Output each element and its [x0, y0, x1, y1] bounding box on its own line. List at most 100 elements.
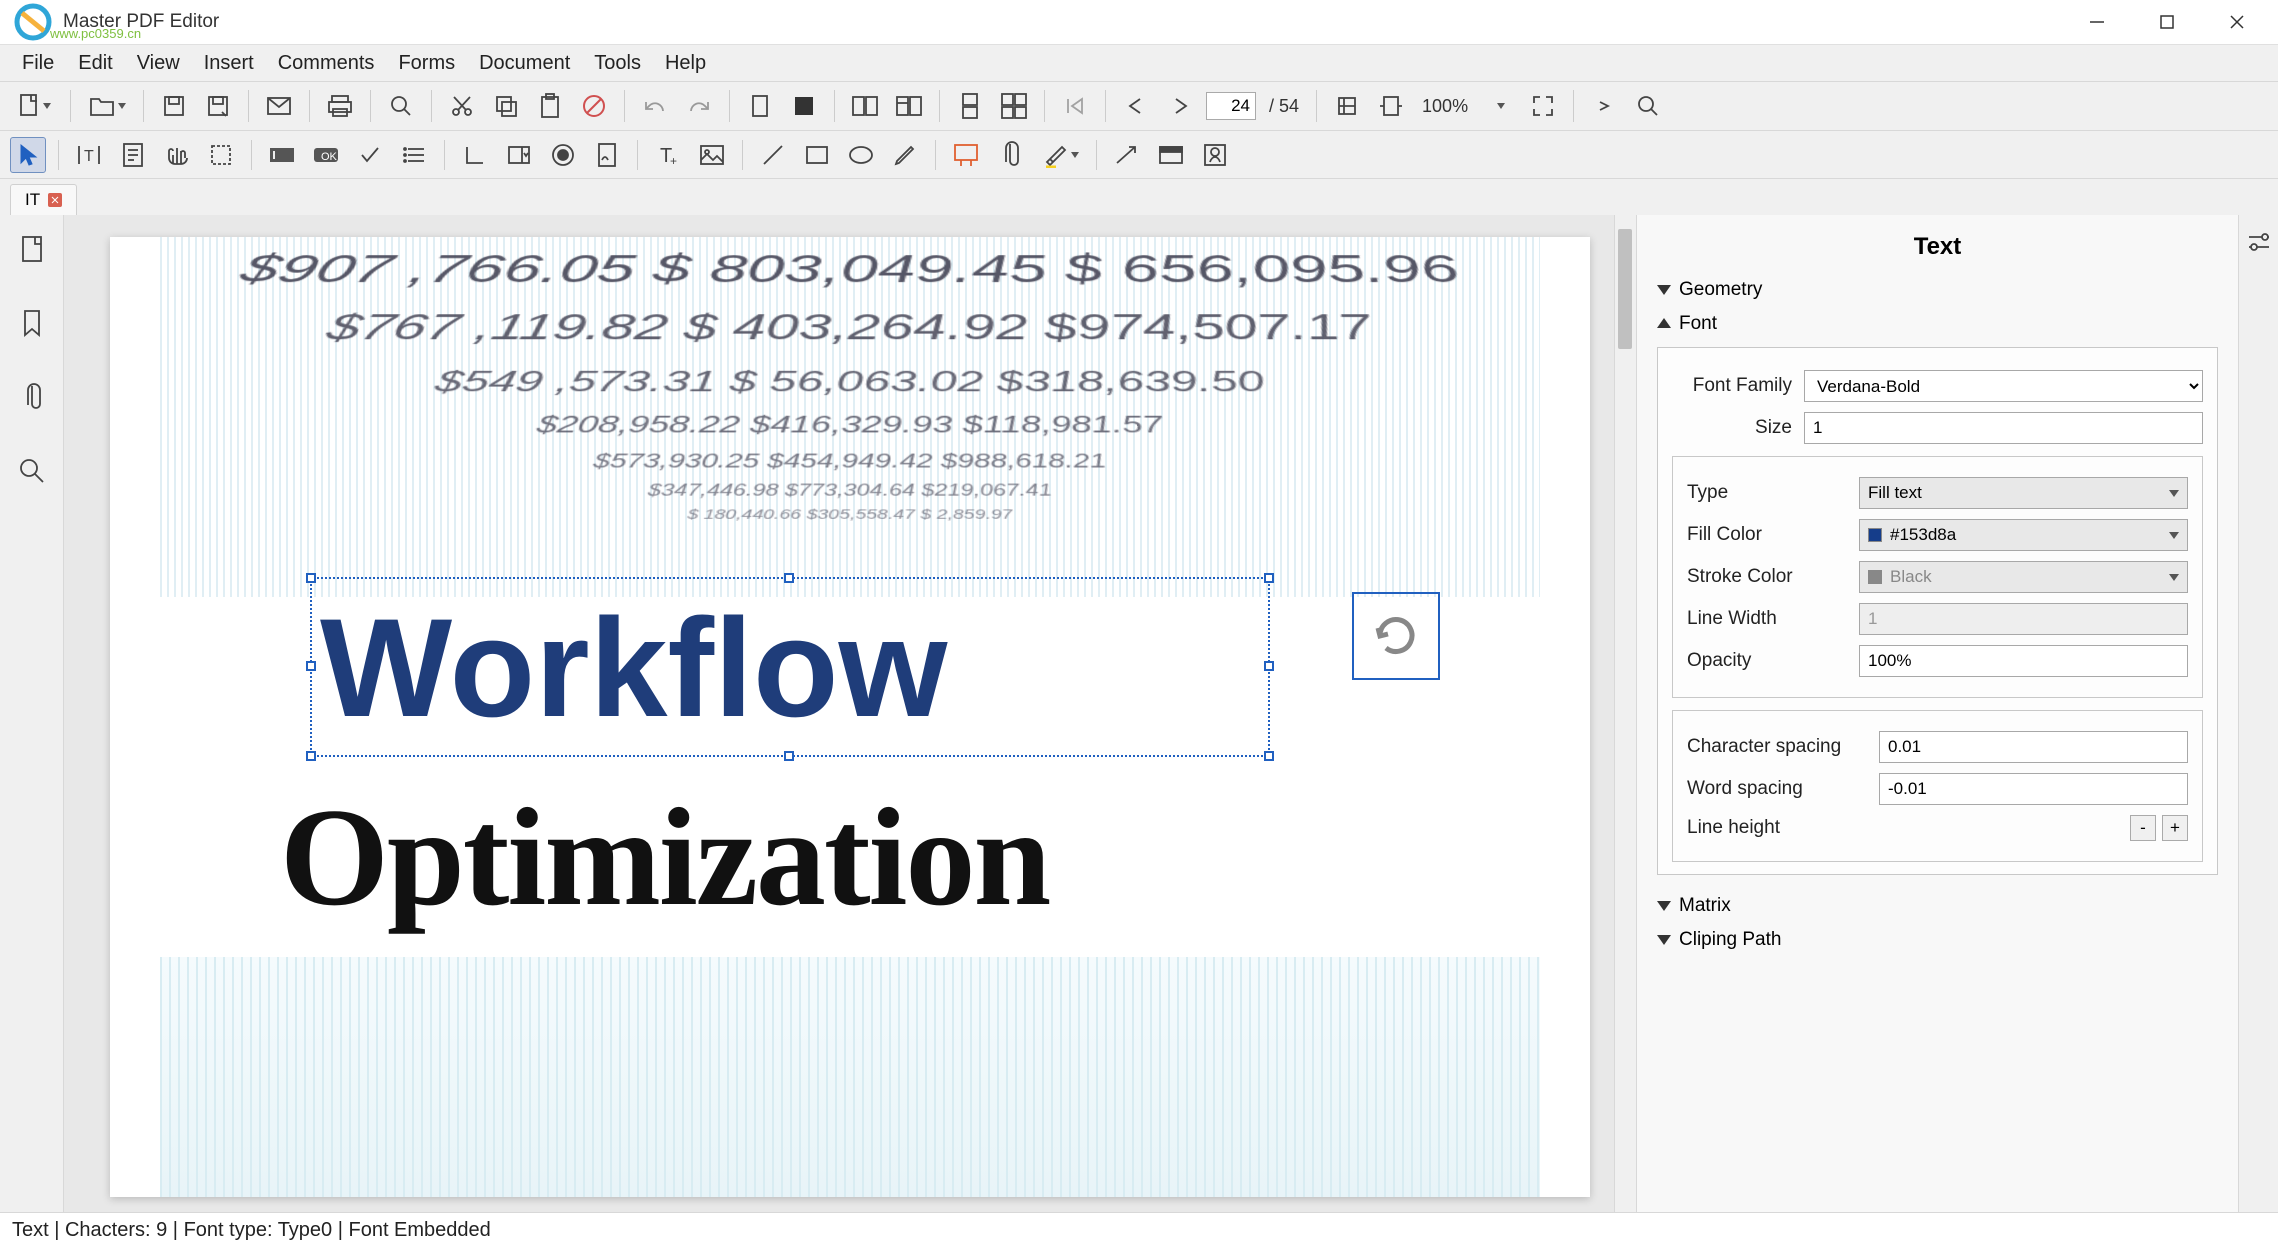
watermark: www.pc0359.cn: [50, 26, 141, 41]
find-button[interactable]: [383, 88, 419, 124]
rotate-handle[interactable]: [1352, 592, 1440, 680]
save-button[interactable]: [156, 88, 192, 124]
text-select-tool[interactable]: T: [71, 137, 107, 173]
continuous-facing-button[interactable]: [996, 88, 1032, 124]
panel-settings-icon[interactable]: [2247, 233, 2271, 256]
selection-box[interactable]: [310, 577, 1270, 757]
tab-label: IT: [25, 190, 40, 210]
text-field-tool[interactable]: [264, 137, 300, 173]
checkbox-tool[interactable]: [352, 137, 388, 173]
minimize-button[interactable]: [2062, 0, 2132, 44]
two-page-button[interactable]: [847, 88, 883, 124]
corner-tool[interactable]: [457, 137, 493, 173]
save-as-button[interactable]: [200, 88, 236, 124]
svg-text:T: T: [84, 148, 94, 165]
image-button[interactable]: [694, 137, 730, 173]
delete-button[interactable]: [576, 88, 612, 124]
open-file-button[interactable]: [83, 88, 131, 124]
radio-tool[interactable]: [545, 137, 581, 173]
hand-tool[interactable]: [159, 137, 195, 173]
first-page-button[interactable]: [1057, 88, 1093, 124]
attachments-panel-icon[interactable]: [12, 377, 52, 417]
opacity-input[interactable]: [1859, 645, 2188, 677]
menu-help[interactable]: Help: [653, 46, 718, 81]
fullscreen-button[interactable]: [1525, 88, 1561, 124]
highlight-tool[interactable]: [1036, 137, 1084, 173]
print-button[interactable]: [322, 88, 358, 124]
menu-document[interactable]: Document: [467, 46, 582, 81]
cut-button[interactable]: [444, 88, 480, 124]
text-button[interactable]: T+: [650, 137, 686, 173]
maximize-button[interactable]: [2132, 0, 2202, 44]
document-tab[interactable]: IT: [10, 184, 77, 215]
font-family-select[interactable]: Verdana-Bold: [1804, 370, 2203, 402]
menu-forms[interactable]: Forms: [386, 46, 467, 81]
page-number-input[interactable]: [1206, 92, 1256, 120]
fit-page-button[interactable]: [1329, 88, 1365, 124]
menu-file[interactable]: File: [10, 46, 66, 81]
rect-tool[interactable]: [799, 137, 835, 173]
font-size-input[interactable]: [1804, 412, 2203, 444]
stamp-tool[interactable]: [1197, 137, 1233, 173]
menu-edit[interactable]: Edit: [66, 46, 124, 81]
search-button[interactable]: [1630, 88, 1666, 124]
attachment-tool[interactable]: [992, 137, 1028, 173]
zoom-dropdown[interactable]: [1481, 88, 1517, 124]
panel-strip: [2238, 215, 2278, 1212]
fill-color-button[interactable]: [786, 88, 822, 124]
search-panel-icon[interactable]: [12, 451, 52, 491]
lineh-plus[interactable]: +: [2162, 815, 2188, 841]
fill-color-select[interactable]: #153d8a: [1859, 519, 2188, 551]
redo-button[interactable]: [681, 88, 717, 124]
select-tool[interactable]: [10, 137, 46, 173]
prev-page-button[interactable]: [1118, 88, 1154, 124]
list-tool[interactable]: [396, 137, 432, 173]
line-tool[interactable]: [755, 137, 791, 173]
copy-button[interactable]: [488, 88, 524, 124]
vertical-scrollbar[interactable]: [1614, 215, 1636, 1212]
menu-view[interactable]: View: [125, 46, 192, 81]
ellipse-tool[interactable]: [843, 137, 879, 173]
pencil-tool[interactable]: [887, 137, 923, 173]
arrow-tool[interactable]: [1109, 137, 1145, 173]
menu-comments[interactable]: Comments: [266, 46, 387, 81]
charsp-input[interactable]: [1879, 731, 2188, 763]
redact-tool[interactable]: [1153, 137, 1189, 173]
undo-button[interactable]: [637, 88, 673, 124]
menu-insert[interactable]: Insert: [192, 46, 266, 81]
email-button[interactable]: [261, 88, 297, 124]
continuous-button[interactable]: [952, 88, 988, 124]
canvas[interactable]: $907 ,766.05 $ 803,049.45 $ 656,095.96 $…: [64, 215, 1636, 1212]
line-width-label: Line Width: [1687, 608, 1847, 630]
wordsp-label: Word spacing: [1687, 778, 1867, 800]
section-matrix[interactable]: Matrix: [1653, 889, 2222, 923]
new-file-button[interactable]: [10, 88, 58, 124]
tab-close-icon[interactable]: [48, 193, 62, 207]
menu-tools[interactable]: Tools: [582, 46, 653, 81]
two-page-cover-button[interactable]: [891, 88, 927, 124]
font-family-label: Font Family: [1672, 375, 1792, 397]
heading-text-2: Optimization: [280, 777, 1049, 938]
single-page-button[interactable]: [742, 88, 778, 124]
opacity-label: Opacity: [1687, 650, 1847, 672]
wordsp-input[interactable]: [1879, 773, 2188, 805]
statusbar: Text | Chacters: 9 | Font type: Type0 | …: [0, 1212, 2278, 1248]
close-button[interactable]: [2202, 0, 2272, 44]
lineh-minus[interactable]: -: [2130, 815, 2156, 841]
form-tool[interactable]: [115, 137, 151, 173]
edit-object-tool[interactable]: [203, 137, 239, 173]
next-page-button[interactable]: [1162, 88, 1198, 124]
fit-width-button[interactable]: [1373, 88, 1409, 124]
dropdown-tool[interactable]: [501, 137, 537, 173]
paste-button[interactable]: [532, 88, 568, 124]
section-font[interactable]: Font: [1653, 307, 2222, 341]
comment-rect-tool[interactable]: [948, 137, 984, 173]
pages-panel-icon[interactable]: [12, 229, 52, 269]
section-geometry[interactable]: Geometry: [1653, 273, 2222, 307]
more-button[interactable]: [1586, 88, 1622, 124]
section-clip[interactable]: Cliping Path: [1653, 923, 2222, 957]
type-select[interactable]: Fill text: [1859, 477, 2188, 509]
bookmarks-panel-icon[interactable]: [12, 303, 52, 343]
button-tool[interactable]: OK: [308, 137, 344, 173]
signature-tool[interactable]: [589, 137, 625, 173]
